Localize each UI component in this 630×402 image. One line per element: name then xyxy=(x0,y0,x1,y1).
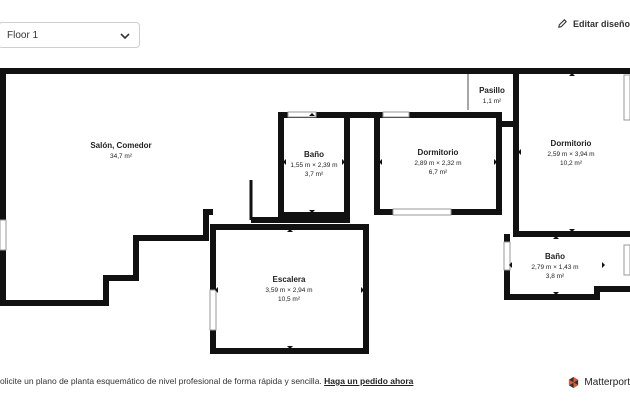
floor-plan: Salón, Comedor 34,7 m² Pasillo 1,1 m² Ba… xyxy=(0,0,630,402)
edit-design-label: Editar diseño xyxy=(572,18,630,29)
room-dims-escalera: 3,59 m × 2,94 m xyxy=(265,287,312,294)
floor-select-value: Floor 1 xyxy=(7,29,39,41)
room-dims-bano-1: 1,55 m × 2,39 m xyxy=(290,162,337,169)
room-name-dormitorio-2: Dormitorio xyxy=(551,139,592,148)
room-area-bano-2: 3,8 m² xyxy=(546,273,565,280)
room-name-pasillo: Pasillo xyxy=(479,86,505,95)
room-name-bano-1: Baño xyxy=(304,150,324,159)
chevron-down-icon xyxy=(120,33,130,40)
floor-select[interactable]: Floor 1 xyxy=(0,22,140,48)
window-right-top xyxy=(623,74,630,121)
window-dormitorio-1-top xyxy=(382,111,410,118)
pencil-icon xyxy=(558,19,567,28)
room-dims-dormitorio-1: 2,89 m × 2,32 m xyxy=(414,160,461,167)
window-bano-2 xyxy=(503,241,511,271)
brand-name: Matterport xyxy=(584,377,630,388)
window-salon-left xyxy=(0,219,7,251)
room-dims-bano-2: 2,79 m × 1,43 m xyxy=(531,264,578,271)
room-name-dormitorio-1: Dormitorio xyxy=(418,148,459,157)
window-escalera xyxy=(209,289,217,331)
room-name-salon: Salón, Comedor xyxy=(90,141,151,150)
room-dims-dormitorio-2: 2,59 m × 3,94 m xyxy=(547,151,594,158)
window-dormitorio-1-bottom xyxy=(392,208,452,216)
wall-left-bottom xyxy=(0,71,213,306)
room-area-dormitorio-2: 10,2 m² xyxy=(560,160,583,167)
room-name-escalera: Escalera xyxy=(273,275,306,284)
order-now-link[interactable]: Haga un pedido ahora xyxy=(324,376,413,386)
edit-design-link[interactable]: Editar diseño xyxy=(557,18,630,29)
matterport-logo-icon xyxy=(569,376,579,389)
footer-promo: olicite un plano de planta esquemático d… xyxy=(0,376,413,386)
room-name-bano-2: Baño xyxy=(545,252,565,261)
room-area-dormitorio-1: 6,7 m² xyxy=(429,169,448,176)
marker xyxy=(602,262,605,268)
room-area-pasillo: 1,1 m² xyxy=(483,98,502,105)
room-area-salon: 34,7 m² xyxy=(110,153,133,160)
brand: Matterport xyxy=(567,376,630,389)
room-area-escalera: 10,5 m² xyxy=(278,296,301,303)
footer-text: olicite un plano de planta esquemático d… xyxy=(0,376,322,386)
room-area-bano-1: 3,7 m² xyxy=(305,171,324,178)
window-right-mid xyxy=(623,244,630,276)
